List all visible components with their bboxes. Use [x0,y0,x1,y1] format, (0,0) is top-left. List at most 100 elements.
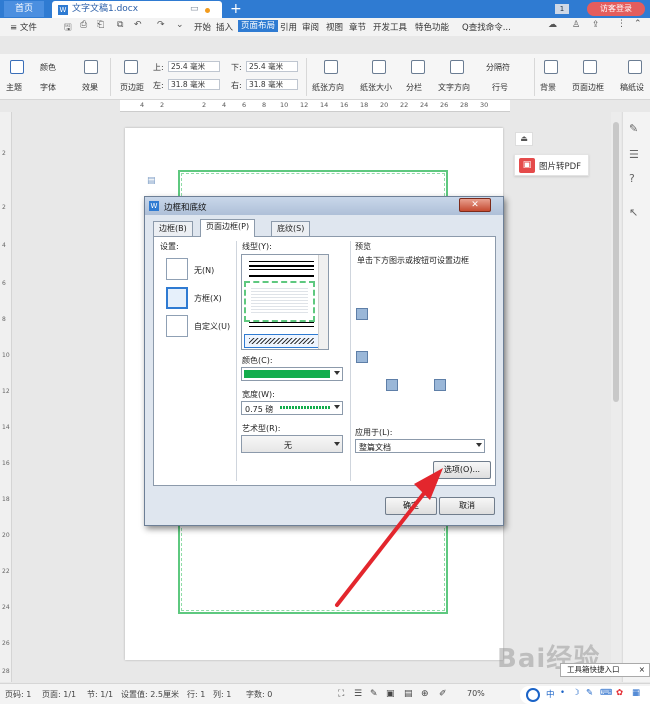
undo-icon[interactable]: ↶ [134,20,142,30]
toolbox-shortcut[interactable]: 工具箱快捷入口 × [560,663,650,677]
dialog-title-bar[interactable]: W 边框和底纹 [145,197,503,215]
guest-login-button[interactable]: 访客登录 [587,2,645,16]
file-menu[interactable]: ≡ 文件 [10,21,37,33]
setting-none[interactable]: 无(N) [194,265,214,276]
page-border-button[interactable]: 页面边框 [572,82,604,93]
adjust-icon[interactable]: ☰ [629,148,639,161]
separator-button[interactable]: 分隔符 [486,62,510,73]
vertical-scrollbar[interactable] [611,112,621,682]
edit-icon[interactable]: ✎ [370,689,378,699]
ime-tool-icon[interactable]: ✎ [586,688,593,698]
eject-icon[interactable]: ⏏ [515,132,533,146]
tab-shading[interactable]: 底纹(S) [271,221,311,236]
menu-reference[interactable]: 引用 [280,21,297,33]
margin-button[interactable]: 页边距 [120,82,144,93]
right-border-button[interactable] [434,379,446,391]
menu-chapter[interactable]: 章节 [349,21,366,33]
more-icon[interactable]: ⌄ [176,20,184,30]
left-border-button[interactable] [386,379,398,391]
paragraph-icon[interactable]: ▤ [147,176,156,186]
tab-borders[interactable]: 边框(B) [153,221,193,236]
ime-chinese-mode[interactable]: 中 [546,688,555,700]
apply-to-select[interactable]: 整篇文档 [355,439,485,453]
tab-page-border[interactable]: 页面边框(P) [200,219,256,237]
collapse-ribbon-icon[interactable]: ⌃ [634,19,642,29]
user-icon[interactable]: ♙ [572,20,580,30]
page-view-icon[interactable]: ▣ [386,689,395,699]
tab-document[interactable]: W 文字文稿1.docx ▭ [52,1,222,18]
top-margin-input[interactable]: 25.4 毫米 [168,61,220,72]
zoom-level[interactable]: 70% [467,689,485,698]
new-tab-button[interactable]: + [230,0,242,18]
ime-keyboard-icon[interactable]: ⌨ [600,688,612,698]
bottom-border-button[interactable] [356,351,368,363]
bottom-margin-input[interactable]: 25.4 毫米 [246,61,298,72]
read-view-icon[interactable]: ▤ [404,689,413,699]
print-icon[interactable]: ⎗ [97,20,104,30]
setting-custom[interactable]: 自定义(U) [194,321,230,332]
art-select[interactable]: 无 [241,435,343,453]
vertical-ruler[interactable]: 2 2 4 6 8 10 12 14 16 18 20 22 24 26 28 [0,112,12,682]
cursor-icon[interactable]: ↖ [629,206,638,219]
manuscript-button[interactable]: 稿纸设 [620,82,644,93]
ime-punct-icon[interactable]: • [560,688,565,698]
color-select[interactable] [241,367,343,381]
menu-developer[interactable]: 开发工具 [373,21,407,33]
write-view-icon[interactable]: ✐ [439,689,447,699]
line-style-scrollbar[interactable] [318,255,328,349]
cancel-button[interactable]: 取消 [439,497,495,515]
setting-box-icon[interactable] [166,287,188,309]
paper-size-button[interactable]: 纸张大小 [360,82,392,93]
status-word-count[interactable]: 字数: 0 [246,689,272,700]
right-margin-input[interactable]: 31.8 毫米 [246,79,298,90]
background-button[interactable]: 背景 [540,82,556,93]
close-icon[interactable]: × [639,664,645,676]
scrollbar-thumb[interactable] [613,122,619,402]
image-to-pdf-button[interactable]: ▣ 图片转PDF [514,154,589,176]
export-icon[interactable]: ⎙ [80,20,87,30]
redo-icon[interactable]: ↷ [157,20,165,30]
ime-grid-icon[interactable]: ▦ [632,688,640,698]
save-icon[interactable]: 🖫 [64,20,72,36]
menu-features[interactable]: 特色功能 [415,21,449,33]
command-search[interactable]: Q查找命令... [462,21,511,33]
setting-custom-icon[interactable] [166,315,188,337]
focus-mode-icon[interactable]: ⛶ [338,689,344,699]
theme-button[interactable]: 主题 [6,82,22,93]
menu-page-layout[interactable]: 页面布局 [238,20,279,32]
setting-box[interactable]: 方框(X) [194,293,222,304]
theme-icon[interactable] [10,60,24,74]
kebab-menu-icon[interactable]: ⋮ [617,19,626,29]
options-button[interactable]: 选项(O)... [433,461,491,479]
left-margin-input[interactable]: 31.8 毫米 [168,79,220,90]
menu-review[interactable]: 审阅 [302,21,319,33]
tab-home[interactable]: 首页 [4,1,44,17]
outline-icon[interactable]: ☰ [354,689,362,699]
line-number-button[interactable]: 行号 [492,82,508,93]
menu-start[interactable]: 开始 [194,21,211,33]
ok-button[interactable]: 确定 [385,497,437,515]
width-select[interactable]: 0.75 磅 [241,401,343,415]
preview-icon[interactable]: ⧉ [117,20,123,30]
ime-moon-icon[interactable]: ☽ [572,688,580,698]
close-icon[interactable]: ✕ [459,198,491,212]
horizontal-ruler[interactable]: 4 2 2 4 6 8 10 12 14 16 18 20 22 24 26 2… [120,100,510,112]
menu-view[interactable]: 视图 [326,21,343,33]
share-icon[interactable]: ⇪ [592,20,600,30]
fonts-button[interactable]: 字体 [40,82,56,93]
cloud-icon[interactable]: ☁ [548,20,557,30]
columns-button[interactable]: 分栏 [406,82,422,93]
setting-none-icon[interactable] [166,258,188,280]
border-preview[interactable] [244,281,315,322]
help-icon[interactable]: ? [629,172,635,185]
menu-insert[interactable]: 插入 [216,21,233,33]
ime-logo-icon[interactable] [526,688,540,702]
pen-icon[interactable]: ✎ [629,122,638,135]
ime-skin-icon[interactable]: ✿ [616,688,623,698]
top-border-button[interactable] [356,308,368,320]
orientation-button[interactable]: 纸张方向 [312,82,344,93]
web-view-icon[interactable]: ⊕ [421,689,429,699]
effects-button[interactable]: 效果 [82,82,98,93]
text-direction-button[interactable]: 文字方向 [438,82,470,93]
colors-button[interactable]: 颜色 [40,62,56,73]
